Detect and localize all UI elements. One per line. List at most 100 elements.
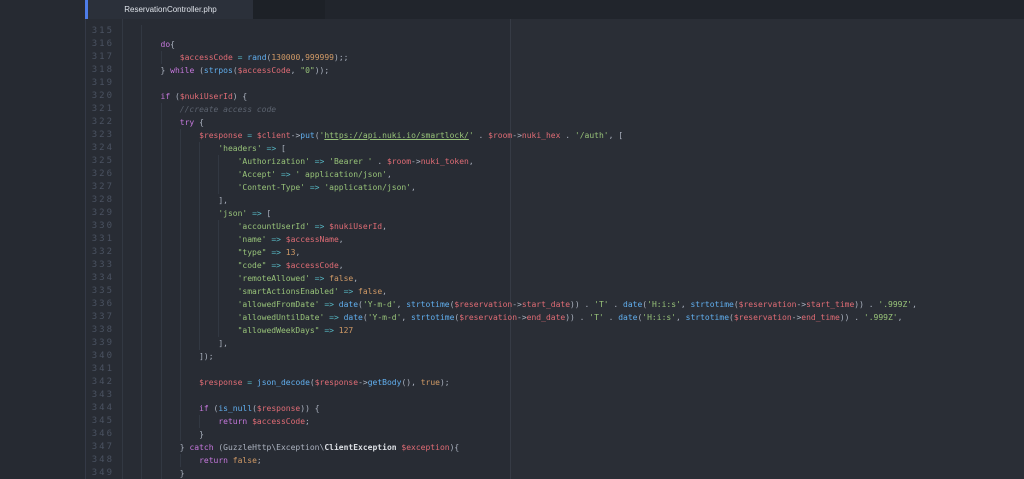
indent-guide	[122, 233, 141, 246]
indent-guide	[160, 285, 180, 298]
indent-guide	[160, 116, 180, 129]
code-line[interactable]: 324 'headers' => [	[86, 142, 1024, 155]
code-line[interactable]: 340]);	[86, 350, 1024, 363]
code-line-content: if ($nukiUserId) {	[122, 90, 1024, 103]
indent-guide	[122, 168, 141, 181]
line-number: 326	[91, 169, 114, 179]
indent-guide	[199, 181, 218, 194]
code-line-content: return false;	[122, 454, 1024, 467]
indent-guide	[122, 441, 141, 454]
indent-guide	[160, 298, 180, 311]
indent-guide	[199, 298, 218, 311]
code-editor[interactable]: ... 315 316 do{317 $accessCode = rand(13000…	[85, 19, 1024, 479]
indent-guide	[199, 220, 218, 233]
code-line[interactable]: 327 'Content-Type' => 'application/json',	[86, 181, 1024, 194]
indent-guide	[160, 207, 180, 220]
code-line[interactable]: 331 'name' => $accessName,	[86, 233, 1024, 246]
indent-guide	[141, 233, 160, 246]
code-line-content: //create access code	[122, 103, 1024, 116]
indent-guide	[179, 194, 199, 207]
line-number: 319	[91, 78, 114, 88]
code-line-content	[122, 389, 1024, 402]
indent-guide	[141, 467, 160, 479]
code-line[interactable]: 315	[86, 25, 1024, 38]
indent-guide	[160, 155, 180, 168]
line-number: 337	[91, 312, 114, 322]
indent-guide	[160, 129, 180, 142]
indent-guide	[141, 363, 160, 376]
code-line[interactable]: 320 if ($nukiUserId) {	[86, 90, 1024, 103]
indent-guide	[141, 38, 160, 51]
code-line[interactable]: 347} catch (GuzzleHttp\Exception\ClientE…	[86, 441, 1024, 454]
code-line[interactable]: 346}	[86, 428, 1024, 441]
line-number: 333	[91, 260, 114, 270]
code-line[interactable]: 343	[86, 389, 1024, 402]
tab-bar: ReservationController.php	[85, 0, 1024, 19]
line-number: 331	[91, 234, 114, 244]
indent-guide	[160, 376, 180, 389]
indent-guide	[141, 259, 160, 272]
code-line-content: 'Content-Type' => 'application/json',	[122, 181, 1024, 194]
code-line[interactable]: 329 'json' => [	[86, 207, 1024, 220]
indent-guide	[141, 441, 160, 454]
code-line[interactable]: 339],	[86, 337, 1024, 350]
indent-guide	[199, 142, 218, 155]
code-line[interactable]: 317 $accessCode = rand(130000,999999);;	[86, 51, 1024, 64]
code-line[interactable]: 338 "allowedWeekDays" => 127	[86, 324, 1024, 337]
code-line[interactable]: 321 //create access code	[86, 103, 1024, 116]
code-line[interactable]: 337 'allowedUntilDate' => date('Y-m-d', s…	[86, 311, 1024, 324]
code-line[interactable]: 330 'accountUserId' => $nukiUserId,	[86, 220, 1024, 233]
line-number: 341	[91, 364, 114, 374]
code-line[interactable]: 333 "code" => $accessCode,	[86, 259, 1024, 272]
indent-guide	[122, 363, 141, 376]
indent-guide	[199, 415, 218, 428]
code-line[interactable]: 336 'allowedFromDate' => date('Y-m-d', st…	[86, 298, 1024, 311]
indent-guide	[141, 415, 160, 428]
code-line[interactable]: 349}	[86, 467, 1024, 479]
code-line-content: "code" => $accessCode,	[122, 259, 1024, 272]
indent-guide	[179, 181, 199, 194]
code-line[interactable]: 344 if (is_null($response)) {	[86, 402, 1024, 415]
code-line[interactable]: 342 $response = json_decode($response->ge…	[86, 376, 1024, 389]
code-line[interactable]: 335 'smartActionsEnabled' => false,	[86, 285, 1024, 298]
code-line-content: 'remoteAllowed' => false,	[122, 272, 1024, 285]
code-line[interactable]: 316 do{	[86, 38, 1024, 51]
code-line[interactable]: 348 return false;	[86, 454, 1024, 467]
line-number: 323	[91, 130, 114, 140]
indent-guide	[218, 298, 237, 311]
code-line-content: ],	[122, 337, 1024, 350]
indent-guide	[141, 402, 160, 415]
tab-reservationcontroller[interactable]: ReservationController.php	[88, 0, 253, 19]
indent-guide	[122, 64, 141, 77]
code-line[interactable]: 328],	[86, 194, 1024, 207]
code-line-content: 'json' => [	[122, 207, 1024, 220]
indent-guide	[122, 194, 141, 207]
code-line-content: 'name' => $accessName,	[122, 233, 1024, 246]
indent-guide	[179, 155, 199, 168]
indent-guide	[122, 272, 141, 285]
code-line[interactable]: 323 $response = $client->put('https://api…	[86, 129, 1024, 142]
line-number: 322	[91, 117, 114, 127]
indent-guide	[218, 311, 237, 324]
code-line[interactable]: 325 'Authorization' => 'Bearer ' . $room-…	[86, 155, 1024, 168]
code-line[interactable]: 334 'remoteAllowed' => false,	[86, 272, 1024, 285]
code-line[interactable]: 322 try {	[86, 116, 1024, 129]
indent-guide	[179, 207, 199, 220]
line-number: 344	[91, 403, 114, 413]
indent-guide	[122, 259, 141, 272]
code-line[interactable]: 318} while (strpos($accessCode, "0"));	[86, 64, 1024, 77]
indent-guide	[141, 90, 160, 103]
indent-guide	[122, 467, 141, 479]
line-number: 346	[91, 429, 114, 439]
indent-guide	[141, 51, 160, 64]
code-line[interactable]: 341	[86, 363, 1024, 376]
indent-guide	[122, 428, 141, 441]
indent-guide	[179, 337, 199, 350]
code-line[interactable]: 326 'Accept' => ' application/json',	[86, 168, 1024, 181]
indent-guide	[141, 428, 160, 441]
code-line[interactable]: 332 "type" => 13,	[86, 246, 1024, 259]
code-line[interactable]: 319	[86, 77, 1024, 90]
indent-guide	[179, 454, 199, 467]
code-line-content: do{	[122, 38, 1024, 51]
code-line[interactable]: 345 return $accessCode;	[86, 415, 1024, 428]
